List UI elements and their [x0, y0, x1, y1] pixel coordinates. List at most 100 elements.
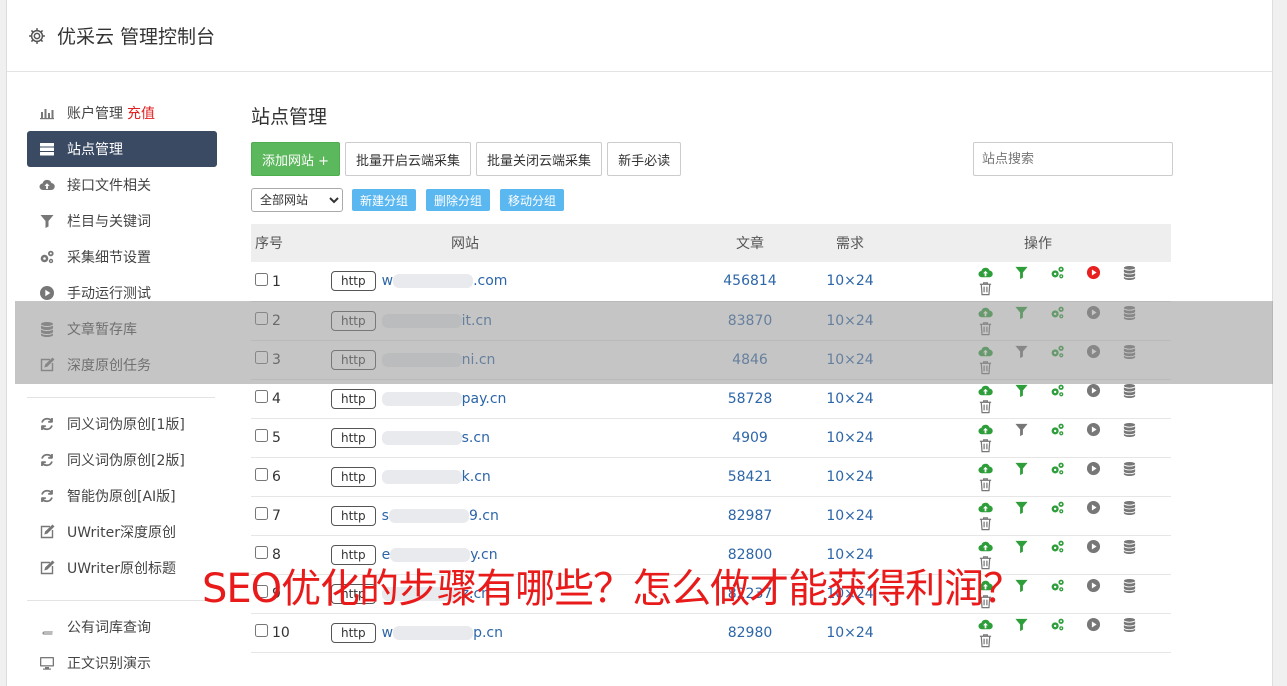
trash-icon[interactable]	[967, 516, 1003, 532]
gears-icon[interactable]	[1039, 383, 1075, 399]
sidebar-item-group1-2[interactable]: 接口文件相关	[27, 167, 217, 203]
sidebar-item-group2-0[interactable]: 同义词伪原创[1版]	[27, 406, 217, 442]
play-circle-icon[interactable]	[1075, 422, 1111, 438]
cloud-upload-icon[interactable]	[967, 265, 1003, 281]
play-circle-icon[interactable]	[1075, 461, 1111, 477]
database-icon[interactable]	[1111, 578, 1147, 594]
site-domain-tail[interactable]: pay.cn	[462, 391, 507, 407]
article-count[interactable]: 82987	[705, 496, 795, 535]
gears-icon[interactable]	[1039, 265, 1075, 281]
gears-icon[interactable]	[1039, 422, 1075, 438]
database-icon[interactable]	[1111, 383, 1147, 399]
sidebar-item-group1-4[interactable]: 采集细节设置	[27, 239, 217, 275]
http-badge[interactable]: http	[331, 427, 376, 448]
sidebar-item-group1-3[interactable]: 栏目与关键词	[27, 203, 217, 239]
play-circle-icon[interactable]	[1075, 539, 1111, 555]
trash-icon[interactable]	[967, 633, 1003, 649]
http-badge[interactable]: http	[331, 505, 376, 526]
site-domain-tail[interactable]: p.cn	[473, 625, 503, 641]
gears-icon[interactable]	[1039, 617, 1075, 633]
filter-icon[interactable]	[1003, 617, 1039, 633]
database-icon[interactable]	[1111, 461, 1147, 477]
demand-value[interactable]: 10×24	[795, 496, 905, 535]
cloud-upload-icon[interactable]	[967, 422, 1003, 438]
play-circle-icon[interactable]	[1075, 383, 1111, 399]
sidebar-item-group3-1[interactable]: 正文识别演示	[27, 645, 217, 681]
trash-icon[interactable]	[967, 438, 1003, 454]
row-checkbox[interactable]	[255, 272, 268, 286]
filter-icon[interactable]	[1003, 461, 1039, 477]
database-icon[interactable]	[1111, 265, 1147, 281]
article-count[interactable]: 4909	[705, 418, 795, 457]
http-badge[interactable]: http	[331, 271, 376, 292]
row-index-cell: 7	[251, 496, 325, 535]
row-checkbox[interactable]	[255, 429, 268, 442]
http-badge[interactable]: http	[331, 622, 376, 643]
sidebar-item-group2-4[interactable]: UWriter原创标题	[27, 550, 217, 586]
filter-icon[interactable]	[1003, 265, 1039, 281]
demand-value[interactable]: 10×24	[795, 457, 905, 496]
filter-icon[interactable]	[1003, 539, 1039, 555]
group-select[interactable]: 全部网站	[251, 188, 343, 212]
site-domain-tail[interactable]: 9.cn	[469, 508, 499, 524]
database-icon[interactable]	[1111, 617, 1147, 633]
filter-icon[interactable]	[1003, 500, 1039, 516]
table-row: 10 http w p.cn 82980 10×24	[251, 613, 1171, 652]
new-group-button[interactable]: 新建分组	[352, 189, 417, 211]
delete-group-button[interactable]: 删除分组	[426, 189, 491, 211]
sidebar-item-group2-3[interactable]: UWriter深度原创	[27, 514, 217, 550]
play-circle-icon[interactable]	[1075, 265, 1111, 281]
sidebar-item-group2-1[interactable]: 同义词伪原创[2版]	[27, 442, 217, 478]
filter-icon[interactable]	[1003, 383, 1039, 399]
gears-icon[interactable]	[1039, 578, 1075, 594]
database-icon[interactable]	[1111, 500, 1147, 516]
cloud-upload-icon[interactable]	[967, 617, 1003, 633]
demand-value[interactable]: 10×24	[795, 613, 905, 652]
demand-value[interactable]: 10×24	[795, 262, 905, 301]
cloud-upload-icon[interactable]	[967, 539, 1003, 555]
sidebar-item-group1-1[interactable]: 站点管理	[27, 131, 217, 167]
gear-icon[interactable]	[27, 26, 47, 46]
cloud-upload-icon[interactable]	[967, 500, 1003, 516]
batch-close-cloud-button[interactable]: 批量关闭云端采集	[476, 142, 603, 176]
site-search-input[interactable]	[973, 142, 1173, 176]
site-domain-tail[interactable]: .com	[473, 273, 507, 289]
demand-value[interactable]: 10×24	[795, 379, 905, 418]
row-checkbox[interactable]	[255, 624, 268, 637]
sidebar-item-group2-2[interactable]: 智能伪原创[AI版]	[27, 478, 217, 514]
beginner-guide-button[interactable]: 新手必读	[607, 142, 682, 176]
article-count[interactable]: 82980	[705, 613, 795, 652]
site-domain-tail[interactable]: s.cn	[462, 430, 490, 446]
article-count[interactable]: 58728	[705, 379, 795, 418]
play-circle-icon[interactable]	[1075, 500, 1111, 516]
gears-icon[interactable]	[1039, 500, 1075, 516]
database-icon[interactable]	[1111, 539, 1147, 555]
trash-icon[interactable]	[967, 477, 1003, 493]
http-badge[interactable]: http	[331, 388, 376, 409]
article-count[interactable]: 456814	[705, 262, 795, 301]
trash-icon[interactable]	[967, 399, 1003, 415]
trash-icon[interactable]	[967, 281, 1003, 297]
row-checkbox[interactable]	[255, 390, 268, 403]
row-checkbox[interactable]	[255, 468, 268, 481]
batch-open-cloud-button[interactable]: 批量开启云端采集	[345, 142, 472, 176]
move-group-button[interactable]: 移动分组	[500, 189, 565, 211]
sidebar-item-group1-0[interactable]: 账户管理 充值	[27, 95, 217, 131]
play-circle-icon[interactable]	[1075, 578, 1111, 594]
sidebar-item-group3-0[interactable]: 公有词库查询	[27, 609, 217, 645]
cloud-upload-icon[interactable]	[967, 461, 1003, 477]
site-domain-tail[interactable]: k.cn	[462, 469, 491, 485]
play-circle-icon[interactable]	[1075, 617, 1111, 633]
recharge-link[interactable]: 充值	[127, 103, 155, 123]
database-icon[interactable]	[1111, 422, 1147, 438]
gears-icon[interactable]	[1039, 461, 1075, 477]
cloud-upload-icon[interactable]	[967, 383, 1003, 399]
filter-icon[interactable]	[1003, 422, 1039, 438]
http-badge[interactable]: http	[331, 466, 376, 487]
site-cell: http s.cn	[325, 418, 705, 457]
article-count[interactable]: 58421	[705, 457, 795, 496]
add-site-button[interactable]: 添加网站 +	[251, 142, 341, 176]
demand-value[interactable]: 10×24	[795, 418, 905, 457]
gears-icon[interactable]	[1039, 539, 1075, 555]
row-checkbox[interactable]	[255, 507, 268, 520]
